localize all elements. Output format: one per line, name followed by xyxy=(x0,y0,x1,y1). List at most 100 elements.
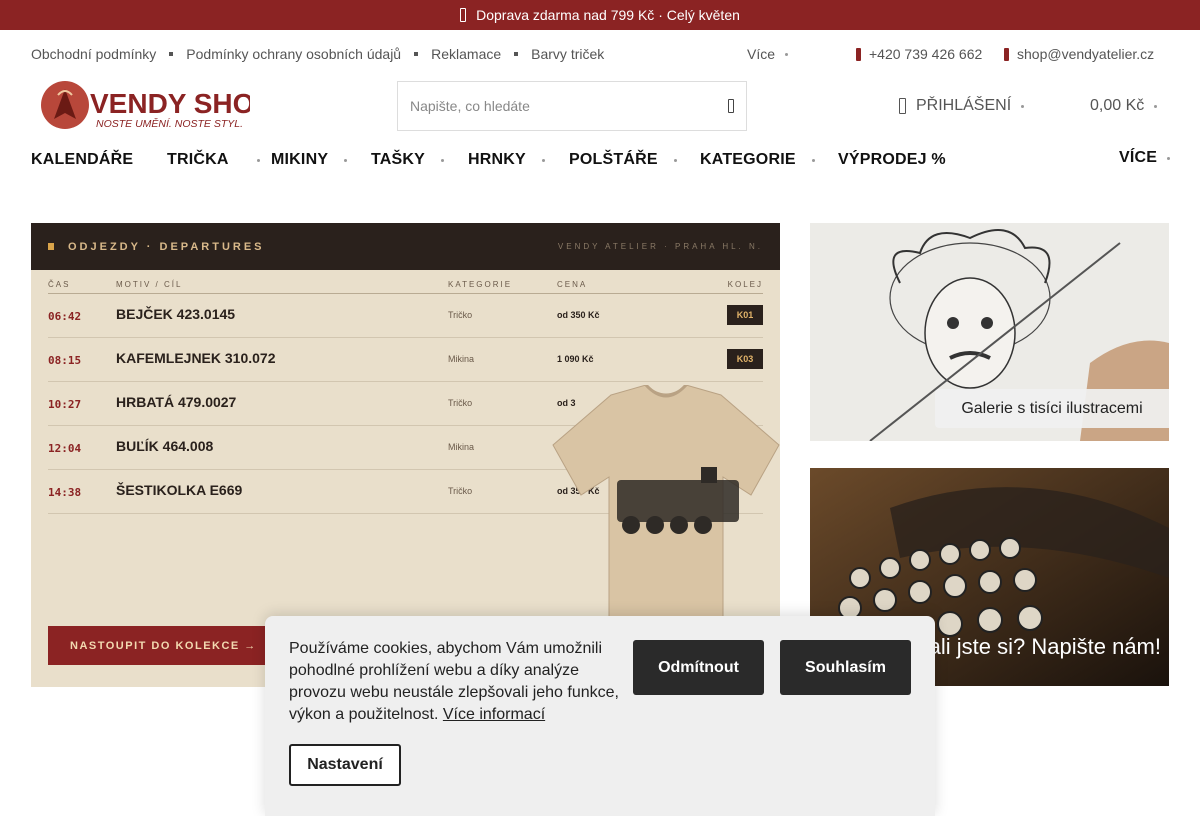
search-input[interactable] xyxy=(410,98,728,114)
mail-icon xyxy=(1004,47,1009,61)
nav-item-sale[interactable]: VÝPRODEJ % xyxy=(838,151,946,169)
board-row: 08:15 KAFEMLEJNEK 310.072 Mikina 1 090 K… xyxy=(48,338,763,382)
login-label: PŘIHLÁŠENÍ xyxy=(916,97,1012,114)
collection-cta-button[interactable]: NASTOUPIT DO KOLEKCE → xyxy=(48,626,288,665)
row-motif: ŠESTIKOLKA E669 xyxy=(116,482,243,498)
row-category: Mikina xyxy=(448,354,475,364)
board-columns: ČAS MOTIV / CÍL KATEGORIE CENA KOLEJ xyxy=(48,270,763,294)
chevron-down-icon xyxy=(811,158,815,162)
chevron-down-icon xyxy=(785,52,789,56)
login-button[interactable]: PŘIHLÁŠENÍ xyxy=(899,97,1025,115)
link-shirt-colors[interactable]: Barvy triček xyxy=(531,46,604,62)
chevron-down-icon xyxy=(541,158,545,162)
row-time: 10:27 xyxy=(48,398,82,411)
row-motif: HRBATÁ 479.0027 xyxy=(116,394,237,410)
chevron-down-icon xyxy=(1167,156,1171,160)
row-category: Tričko xyxy=(448,398,473,408)
vendy-shop-logo[interactable]: VENDY SHOP NOSTE UMĚNÍ. NOSTE STYL. xyxy=(40,81,250,133)
board-title: ODJEZDY · DEPARTURES xyxy=(68,240,265,253)
nav-label: KATEGORIE xyxy=(700,151,796,168)
search-box xyxy=(397,81,747,131)
separator xyxy=(169,51,174,56)
departure-board-header: ODJEZDY · DEPARTURES VENDY ATELIER · PRA… xyxy=(31,223,780,270)
column-motif: MOTIV / CÍL xyxy=(116,280,183,289)
search-icon[interactable] xyxy=(728,99,734,113)
chevron-down-icon xyxy=(256,158,260,162)
phone-contact[interactable]: +420 739 426 662 xyxy=(856,46,982,62)
email-address: shop@vendyatelier.cz xyxy=(1017,46,1155,62)
phone-number: +420 739 426 662 xyxy=(869,46,983,62)
board-marker xyxy=(48,243,54,250)
top-links-bar: Obchodní podmínky Podmínky ochrany osobn… xyxy=(0,30,1200,77)
board-row: 06:42 BEJČEK 423.0145 Tričko od 350 Kč K… xyxy=(48,294,763,338)
column-time: ČAS xyxy=(48,280,71,289)
logo-tagline: NOSTE UMĚNÍ. NOSTE STYL. xyxy=(96,117,243,130)
gallery-card[interactable]: Galerie s tisíci ilustracemi xyxy=(810,223,1169,441)
chevron-down-icon xyxy=(1154,104,1158,108)
promo-text: Doprava zdarma nad 799 Kč · Celý květen xyxy=(476,7,740,23)
row-motif: BUĽÍK 464.008 xyxy=(116,438,214,454)
more-links-dropdown[interactable]: Více xyxy=(747,46,789,62)
column-track: KOLEJ xyxy=(727,280,763,289)
email-contact[interactable]: shop@vendyatelier.cz xyxy=(1004,46,1154,62)
cookie-text-block: Používáme cookies, abychom Vám umožnili … xyxy=(289,638,619,726)
nav-label: MIKINY xyxy=(271,151,329,168)
phone-icon xyxy=(856,47,861,61)
row-category: Tričko xyxy=(448,310,473,320)
nav-label: KALENDÁŘE xyxy=(31,151,134,168)
nav-label: VÍCE xyxy=(1119,149,1158,166)
row-track-badge: K03 xyxy=(727,349,763,369)
nav-more[interactable]: VÍCE xyxy=(1119,149,1171,167)
chevron-down-icon xyxy=(673,158,677,162)
cookie-settings-button[interactable]: Nastavení xyxy=(289,744,401,786)
nav-item-mugs[interactable]: HRNKY xyxy=(468,151,545,169)
main-nav: KALENDÁŘE TRIČKA MIKINY TAŠKY HRNKY POLŠ… xyxy=(0,137,1200,185)
column-price: CENA xyxy=(557,280,588,289)
header: VENDY SHOP NOSTE UMĚNÍ. NOSTE STYL. PŘIH… xyxy=(0,77,1200,137)
contact-label: ali jste si? Napište nám! xyxy=(928,634,1161,659)
row-price: 1 090 Kč xyxy=(557,354,594,364)
promo-bar: Doprava zdarma nad 799 Kč · Celý květen xyxy=(0,0,1200,30)
row-motif: BEJČEK 423.0145 xyxy=(116,306,236,322)
cart-total: 0,00 Kč xyxy=(1090,97,1145,114)
nav-item-pillows[interactable]: POLŠTÁŘE xyxy=(569,151,677,169)
row-price: od 350 Kč xyxy=(557,310,600,320)
cookie-more-info-link[interactable]: Více informací xyxy=(443,706,545,723)
nav-item-tshirts[interactable]: TRIČKA xyxy=(167,151,260,169)
cart-button[interactable]: 0,00 Kč xyxy=(1080,97,1158,115)
row-motif: KAFEMLEJNEK 310.072 xyxy=(116,350,276,366)
chevron-down-icon xyxy=(344,158,348,162)
chevron-down-icon xyxy=(1021,104,1025,108)
nav-label: VÝPRODEJ % xyxy=(838,151,946,168)
nav-item-bags[interactable]: TAŠKY xyxy=(371,151,445,169)
cookie-consent-bar: Používáme cookies, abychom Vám umožnili … xyxy=(265,616,935,816)
link-privacy[interactable]: Podmínky ochrany osobních údajů xyxy=(186,46,401,62)
nav-label: TRIČKA xyxy=(167,151,229,168)
separator xyxy=(414,51,419,56)
nav-item-categories[interactable]: KATEGORIE xyxy=(700,151,815,169)
row-category: Mikina xyxy=(448,442,475,452)
row-time: 08:15 xyxy=(48,354,82,367)
nav-label: POLŠTÁŘE xyxy=(569,151,658,168)
chevron-down-icon xyxy=(441,158,445,162)
more-links-label: Více xyxy=(747,46,776,62)
user-icon xyxy=(899,98,906,114)
separator xyxy=(514,51,519,56)
link-complaints[interactable]: Reklamace xyxy=(431,46,501,62)
row-time: 14:38 xyxy=(48,486,82,499)
gallery-label: Galerie s tisíci ilustracemi xyxy=(935,389,1169,428)
link-terms[interactable]: Obchodní podmínky xyxy=(31,46,156,62)
phone-icon xyxy=(460,8,467,22)
row-time: 12:04 xyxy=(48,442,82,455)
row-time: 06:42 xyxy=(48,310,82,323)
board-subtitle: VENDY ATELIER · PRAHA HL. N. xyxy=(557,242,763,251)
cookie-reject-button[interactable]: Odmítnout xyxy=(633,640,764,695)
nav-item-hoodies[interactable]: MIKINY xyxy=(271,151,348,169)
nav-label: TAŠKY xyxy=(371,151,426,168)
nav-item-calendars[interactable]: KALENDÁŘE xyxy=(31,151,133,169)
nav-label: HRNKY xyxy=(468,151,526,168)
row-track-badge: K01 xyxy=(727,305,763,325)
logo-text: VENDY SHOP xyxy=(90,88,250,119)
cookie-accept-button[interactable]: Souhlasím xyxy=(780,640,911,695)
column-category: KATEGORIE xyxy=(448,280,513,289)
